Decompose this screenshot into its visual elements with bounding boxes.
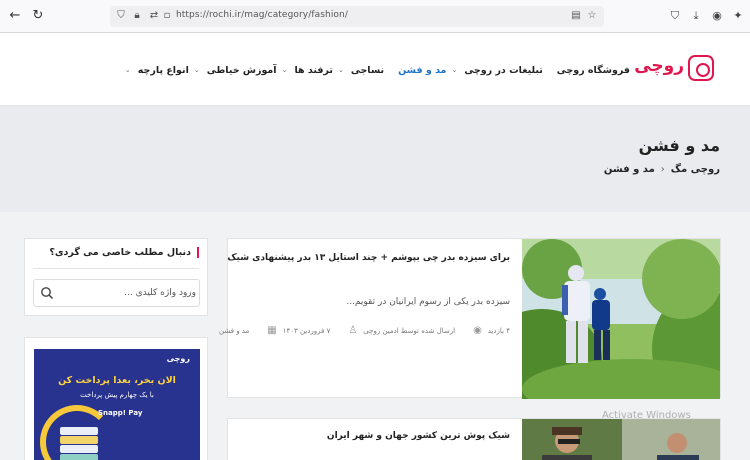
menu-item[interactable]: فروشگاه روچی [543,65,630,76]
chevron-down-icon: ⌄ [193,66,200,74]
translate-icon[interactable]: ▫ [161,10,173,22]
post-excerpt: سیزده بدر یکی از رسوم ایرانیان در تقویم.… [346,297,510,307]
page-header: مد و فشن روچی مگ ‹ مد و فشن [0,106,750,212]
shield-icon[interactable]: ⛉ [115,10,127,22]
logo-text: روچی [634,56,684,76]
os-activation-watermark: Activate Windows [602,410,691,421]
site-header: روچی انواع پارچه ⌄ آموزش خیاطی ⌄ ترفند ها ⌄ نس… [0,33,750,106]
menu-item[interactable]: مد و فشن [384,65,446,76]
eye-icon: ◉ [473,325,482,336]
address-bar[interactable]: ⛉ 🔒︎ ⇄ ▫ https://rochi.ir/mag/category/f… [110,6,604,27]
menu-item[interactable]: آموزش خیاطی ⌄ [189,65,277,76]
sidebar-ad-widget: روچی الان بخر، بعدا پرداخت کن با یک چهار… [24,337,208,460]
hikers-photo [522,239,720,399]
sidebar-search-widget: دنبال مطلب خاصی می گردی؟ [24,238,208,316]
menu-item[interactable]: ترفند ها ⌄ [277,65,333,76]
lock-icon[interactable]: 🔒︎ [131,10,143,22]
post-date: ۷ فروردین ۱۴۰۳ [282,326,331,335]
user-icon: ♙ [348,325,358,336]
breadcrumb-current: مد و فشن [603,164,655,175]
divider [33,268,199,269]
permissions-icon[interactable]: ⇄ [148,10,160,22]
post-card: برای سیزده بدر چی بپوشم + چند استایل ۱۳ … [219,238,721,399]
chevron-down-icon: ⌄ [124,66,131,74]
men-photo [522,419,720,460]
post-thumbnail[interactable] [522,239,720,399]
post-card: شیک پوش ترین کشور جهان و شهر ایران [227,418,721,460]
ad-subline: با یک چهارم پیش پرداخت [80,391,154,399]
ad-headline: الان بخر، بعدا پرداخت کن [58,375,176,386]
extensions-icon[interactable]: ✦ [731,9,745,23]
post-views: ۴ بازدید [487,326,510,335]
post-author[interactable]: ارسال شده توسط ادمین روچی [363,327,455,335]
search-box[interactable] [33,279,200,307]
post-thumbnail[interactable] [522,419,720,460]
menu-item-label: آموزش خیاطی [206,64,277,76]
chevron-down-icon: ⌄ [451,66,458,74]
browser-toolbar: ← ↻ ⛉ 🔒︎ ⇄ ▫ https://rochi.ir/mag/catego… [0,0,750,33]
menu-item[interactable]: تبلیغات در روچی ⌄ [446,65,542,76]
chevron-down-icon: ⌄ [281,66,288,74]
page-title: مد و فشن [638,136,720,155]
back-icon[interactable]: ← [8,9,22,23]
menu-item-label: ترفند ها [294,64,333,76]
site-logo[interactable]: روچی [634,55,714,83]
download-icon[interactable]: ⤓ [689,9,703,23]
post-title[interactable]: برای سیزده بدر چی بپوشم + چند استایل ۱۳ … [227,253,510,263]
search-icon[interactable] [40,286,54,300]
ad-cards-graphic [60,427,98,460]
reader-view-icon[interactable]: ▤ [570,10,582,22]
ad-partner: Snapp! Pay [98,409,143,417]
menu-item-label: فروشگاه روچی [556,64,630,76]
account-icon[interactable]: ◉ [710,9,724,23]
ad-logo: روچی [166,354,190,363]
breadcrumb-separator-icon: ‹ [660,164,665,175]
search-widget-title: دنبال مطلب خاصی می گردی؟ [49,247,199,258]
pocket-icon[interactable]: ⛉ [668,9,682,23]
breadcrumb-home[interactable]: روچی مگ [671,164,720,175]
ad-banner[interactable]: روچی الان بخر، بعدا پرداخت کن با یک چهار… [34,349,200,460]
post-title[interactable]: شیک پوش ترین کشور جهان و شهر ایران [327,431,510,441]
bookmark-star-icon[interactable]: ☆ [586,10,598,22]
menu-item-label: انواع پارچه [137,64,189,76]
menu-item-label: مد و فشن [398,64,447,76]
reload-icon[interactable]: ↻ [31,9,45,23]
menu-item-label: تبلیغات در روچی [464,64,543,76]
post-meta: مد و فشن ▦ ۷ فروردین ۱۴۰۳ ♙ ارسال شده تو… [219,325,510,336]
calendar-icon: ▦ [267,325,277,336]
menu-item[interactable]: انواع پارچه ⌄ [120,65,189,76]
menu-item[interactable]: نساجی ⌄ [333,65,384,76]
post-category[interactable]: مد و فشن [219,327,249,335]
main-menu: انواع پارچه ⌄ آموزش خیاطی ⌄ ترفند ها ⌄ نساجی ⌄ م… [120,63,630,77]
logo-mark-icon [688,55,714,81]
breadcrumb: روچی مگ ‹ مد و فشن [604,164,720,175]
search-input[interactable] [56,283,196,303]
menu-item-label: نساجی [350,64,385,76]
chevron-down-icon: ⌄ [337,66,344,74]
url-text[interactable]: https://rochi.ir/mag/category/fashion/ [176,10,348,20]
